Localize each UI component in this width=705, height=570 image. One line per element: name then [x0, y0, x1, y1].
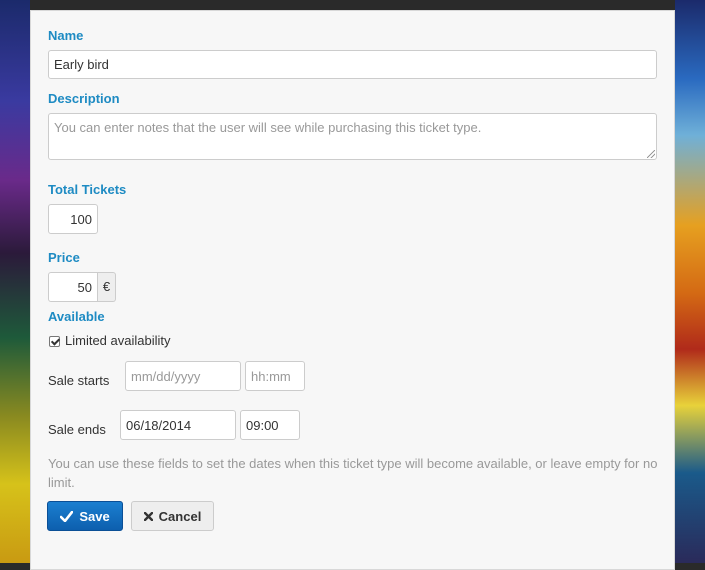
sale-ends-label: Sale ends [48, 422, 106, 437]
check-icon [60, 510, 74, 522]
description-textarea[interactable] [48, 113, 657, 160]
description-wrapper [48, 113, 657, 160]
sale-starts-date-input[interactable] [125, 361, 241, 391]
availability-help-text: You can use these fields to set the date… [48, 456, 658, 490]
limited-availability-checkbox[interactable] [49, 336, 60, 347]
price-input[interactable] [48, 272, 98, 302]
background-artwork-right [675, 0, 705, 563]
limited-availability-label: Limited availability [65, 333, 171, 348]
sale-starts-time-input[interactable] [245, 361, 305, 391]
resize-grip-icon[interactable] [647, 150, 655, 158]
name-label: Name [48, 28, 84, 43]
sale-ends-time-input[interactable] [240, 410, 300, 440]
background-artwork-left [0, 0, 30, 563]
cancel-button-label: Cancel [158, 508, 202, 524]
currency-addon: € [98, 272, 116, 302]
save-button-label: Save [79, 508, 110, 524]
name-input[interactable] [48, 50, 657, 79]
sale-ends-date-input[interactable] [120, 410, 236, 440]
total-tickets-input[interactable] [48, 204, 98, 234]
save-button[interactable]: Save [47, 501, 123, 531]
cancel-button[interactable]: Cancel [131, 501, 214, 531]
x-icon [143, 511, 153, 521]
available-label: Available [48, 309, 105, 324]
total-tickets-label: Total Tickets [48, 182, 127, 197]
sale-starts-label: Sale starts [48, 373, 110, 388]
price-label: Price [48, 250, 80, 265]
description-label: Description [48, 91, 120, 106]
